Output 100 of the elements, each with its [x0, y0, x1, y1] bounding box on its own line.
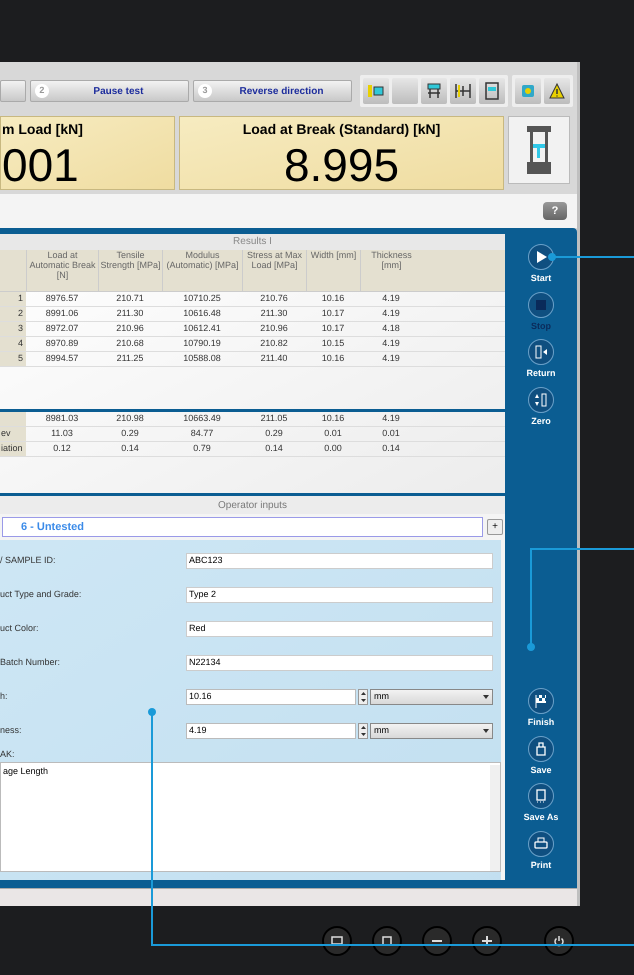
notes-label: AK: — [0, 748, 16, 761]
table-cell-text: 10.17 — [320, 322, 346, 335]
spinner-control[interactable] — [358, 723, 368, 739]
table-cell-text: 0.14 — [381, 442, 401, 455]
bezel-button[interactable] — [472, 926, 502, 956]
sidebar-button[interactable]: Save As — [524, 783, 558, 824]
table-cell-text: 4.19 — [381, 412, 401, 425]
toolbar-button[interactable] — [544, 78, 570, 104]
table-cell-text: 10.16 — [320, 412, 346, 425]
table-cell-text: 211.25 — [116, 352, 144, 365]
table-cell-text: 210.68 — [115, 337, 145, 350]
table-cell-text: 0.00 — [323, 442, 343, 455]
monitor-icon — [331, 936, 343, 945]
row-number: 4 — [0, 337, 26, 351]
number-input[interactable]: 4.19 — [186, 723, 356, 739]
table-cell-text: 10710.25 — [182, 292, 222, 305]
table-cell-text: 10588.08 — [182, 352, 222, 365]
operator-inputs-title: Operator inputs — [0, 496, 505, 514]
text-input[interactable]: Red — [186, 621, 493, 637]
toolbar-button[interactable] — [363, 78, 389, 104]
up-arrow-icon — [360, 692, 366, 695]
results-title: Results I — [0, 234, 505, 250]
column-header: Modulus (Automatic) [MPa] — [162, 250, 242, 291]
text-input[interactable]: N22134 — [186, 655, 493, 671]
field-label: uct Type and Grade: — [0, 588, 82, 602]
bezel-button[interactable] — [322, 926, 352, 956]
add-specimen-button[interactable]: + — [487, 519, 503, 535]
number-input[interactable]: 10.16 — [186, 689, 356, 705]
text-input[interactable]: ABC123 — [186, 553, 493, 569]
spinner-control[interactable] — [358, 689, 368, 705]
table-cell-text: 10663.49 — [182, 412, 222, 425]
table-cell-text: 0.14 — [264, 442, 284, 455]
text-input[interactable]: Type 2 — [186, 587, 493, 603]
row-number: 5 — [0, 352, 26, 366]
step-button[interactable]: 3 Reverse direction — [192, 80, 352, 102]
unit-dropdown[interactable]: mm — [370, 689, 493, 705]
step-button[interactable]: 2 Pause test — [30, 80, 189, 102]
table-cell-text: 10612.41 — [182, 322, 222, 335]
table-cell-text: 10.15 — [320, 337, 346, 350]
row-header: iation — [0, 442, 26, 456]
warning-icon — [548, 82, 566, 100]
table-cell-text: 10616.48 — [182, 307, 222, 320]
frame-icon — [453, 81, 473, 101]
table-cell-text: 8991.06 — [44, 307, 80, 320]
readout-label: m Load [kN] — [2, 120, 83, 139]
table-cell-text: 210.96 — [115, 322, 145, 335]
row-number: 2 — [0, 307, 26, 321]
table-cell-text: 10790.19 — [182, 337, 222, 350]
column-header: Width [mm] — [306, 250, 360, 291]
notes-textarea[interactable]: age Length — [0, 762, 501, 872]
specimen-selector[interactable]: 6 - Untested — [2, 517, 483, 537]
column-header: Stress at Max Load [MPa] — [242, 250, 306, 291]
dropdown-arrow-icon — [483, 729, 489, 733]
table-cell-text: 0.29 — [120, 427, 140, 440]
bezel-button[interactable] — [422, 926, 452, 956]
table-cell-text: 4.19 — [381, 307, 401, 320]
down-arrow-icon — [360, 733, 366, 736]
return-icon — [533, 344, 549, 360]
table-cell-text: 10.16 — [320, 292, 346, 305]
settings-icon — [519, 82, 537, 100]
table-cell-text: 8981.03 — [44, 412, 80, 425]
table-cell-text: 10.17 — [320, 307, 346, 320]
table-cell-text: 0.12 — [52, 442, 72, 455]
toolbar-button[interactable] — [450, 78, 476, 104]
table-cell-text: 10.16 — [320, 352, 346, 365]
table-cell-text: 210.82 — [259, 337, 289, 350]
column-header: Load at Automatic Break [N] — [26, 250, 98, 291]
square-icon — [382, 936, 392, 946]
field-label: ness: — [0, 724, 23, 738]
readout-label: Load at Break (Standard) [kN] — [242, 120, 440, 139]
down-arrow-icon — [360, 699, 366, 702]
table-cell-text: 211.30 — [116, 307, 144, 320]
toolbar-button[interactable] — [421, 78, 447, 104]
table-cell-text: 210.71 — [115, 292, 145, 305]
table-cell-text: 11.03 — [50, 427, 74, 440]
checkered-flag-icon — [532, 693, 549, 709]
bezel-button[interactable] — [544, 926, 574, 956]
table-cell-text: 8976.57 — [44, 292, 80, 305]
toolbar-button[interactable] — [479, 78, 505, 104]
table-cell-text: 0.29 — [264, 427, 284, 440]
table-cell-text: 211.40 — [260, 352, 288, 365]
row-number: 3 — [0, 322, 26, 336]
up-arrow-icon — [360, 726, 366, 729]
column-header: Tensile Strength [MPa] — [98, 250, 162, 291]
unit-dropdown[interactable]: mm — [370, 723, 493, 739]
table-cell-text: 0.01 — [381, 427, 401, 440]
field-label: / SAMPLE ID: — [0, 554, 57, 568]
table-cell-text: 210.76 — [259, 292, 289, 305]
table-cell-text: 210.96 — [259, 322, 289, 335]
table-cell-text: 210.98 — [115, 412, 145, 425]
field-label: Batch Number: — [0, 656, 62, 670]
table-cell-text: 8970.89 — [44, 337, 80, 350]
printer-icon — [532, 836, 549, 852]
row-number: 1 — [0, 292, 26, 306]
row-header — [0, 412, 26, 426]
help-button[interactable]: ? — [543, 202, 567, 220]
table-cell-text: 4.18 — [381, 322, 401, 335]
table-cell-text: 211.30 — [260, 307, 288, 320]
bezel-button[interactable] — [372, 926, 402, 956]
readout-value: 001 — [2, 140, 79, 190]
